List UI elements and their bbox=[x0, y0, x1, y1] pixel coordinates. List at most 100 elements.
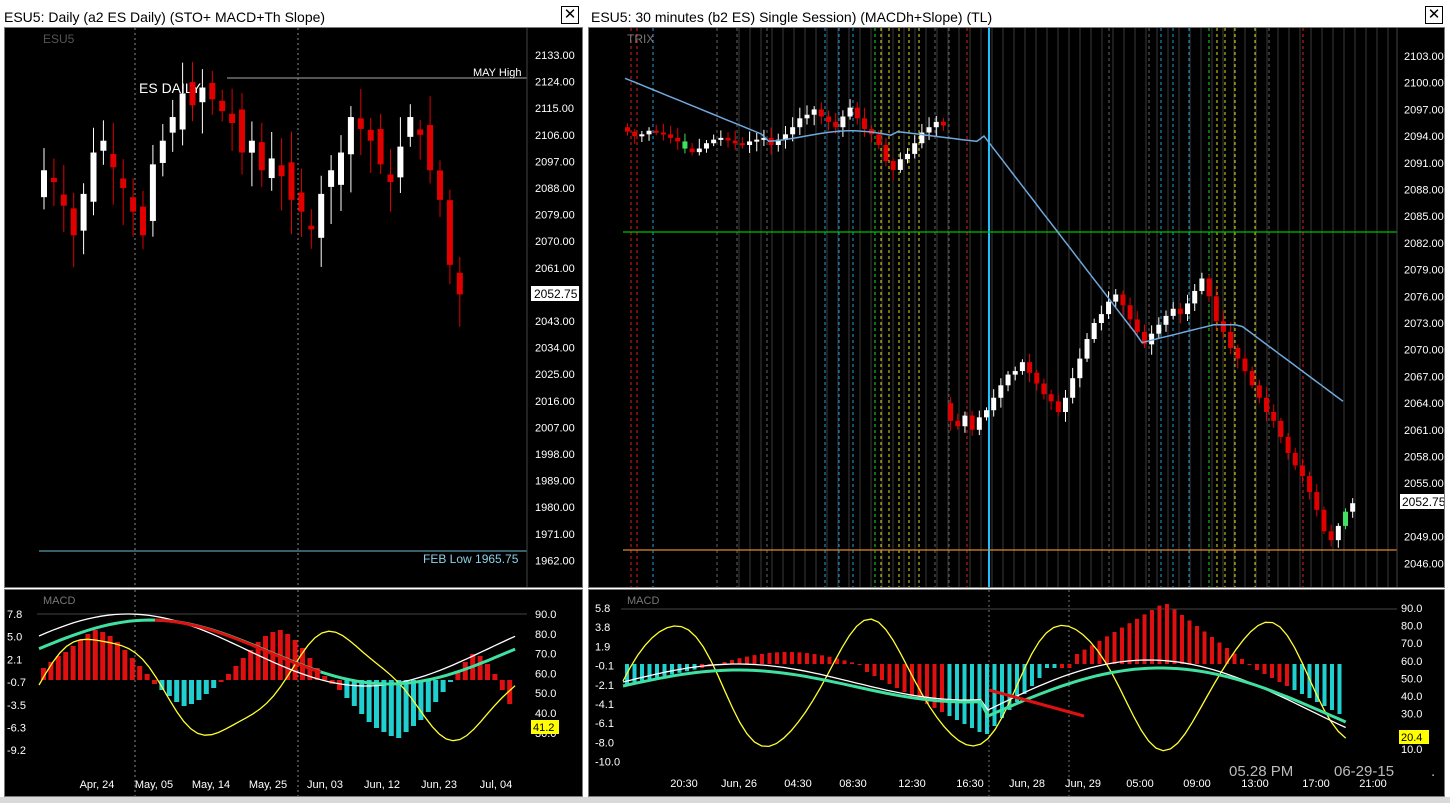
candle-body bbox=[367, 129, 374, 141]
candle-body bbox=[1242, 358, 1248, 372]
macd-hist-bar bbox=[1045, 664, 1049, 668]
macd-hist-bar bbox=[1195, 626, 1199, 664]
left-macd-label: MACD bbox=[43, 595, 75, 607]
candle-body bbox=[1321, 509, 1327, 532]
date-tick-label: Apr, 24 bbox=[80, 779, 115, 791]
candle-body bbox=[639, 134, 645, 137]
macd-left-tick: -8.0 bbox=[595, 737, 614, 749]
close-icon: ✕ bbox=[1427, 6, 1441, 23]
macd-hist-bar bbox=[745, 656, 749, 664]
macd-right-tick: 80.0 bbox=[1401, 621, 1422, 633]
candle-body bbox=[258, 142, 265, 171]
candle-body bbox=[347, 117, 354, 155]
left-symbol-label: ESU5 bbox=[43, 32, 75, 46]
macd-hist-bar bbox=[985, 664, 989, 734]
candle-body bbox=[955, 420, 961, 427]
macd-right-tick: 70.0 bbox=[535, 649, 556, 661]
macd-left-tick: 7.8 bbox=[7, 609, 22, 621]
candle-body bbox=[1335, 525, 1341, 541]
candle-body bbox=[140, 206, 146, 236]
price-tick-label: 2115.00 bbox=[535, 103, 574, 115]
macd-hist-bar bbox=[344, 680, 350, 698]
price-tick-label: 2070.00 bbox=[1404, 345, 1444, 357]
macd-hist-bar bbox=[122, 650, 128, 680]
right-price-chart[interactable]: TRIX 2103.00 2100.00 2097.00 2094.00 2091.00… bbox=[588, 27, 1445, 588]
macd-hist-bar bbox=[962, 664, 967, 724]
macd-hist-bar bbox=[1112, 632, 1117, 664]
left-window-title: ESU5: Daily (a2 ES Daily) (STO+ MACD+Th … bbox=[4, 9, 326, 25]
time-tick-label: 17:00 bbox=[1302, 778, 1330, 790]
macd-hist-bar bbox=[322, 676, 328, 680]
macd-hist-bar bbox=[1127, 623, 1132, 664]
macd-right-tick: 90.0 bbox=[535, 609, 556, 621]
candle-body bbox=[1256, 385, 1262, 398]
candle-body bbox=[377, 128, 384, 165]
stochastic-line bbox=[622, 618, 1347, 752]
macd-hist-bar bbox=[917, 664, 922, 700]
candle-body bbox=[632, 131, 638, 137]
right-window-close-button[interactable]: ✕ bbox=[1425, 6, 1443, 24]
candle-body bbox=[732, 140, 738, 144]
macd-hist-bar bbox=[63, 652, 69, 680]
left-window-close-button[interactable]: ✕ bbox=[561, 6, 579, 24]
candle-body bbox=[1278, 420, 1284, 437]
macd-hist-bar bbox=[425, 680, 431, 712]
price-tick-label: 2097.00 bbox=[535, 156, 575, 168]
candle-body bbox=[797, 118, 803, 128]
price-tick-label: 2025.00 bbox=[535, 369, 575, 381]
macd-right-tick: 50.0 bbox=[1401, 673, 1422, 685]
may-high-label: MAY High bbox=[473, 67, 522, 79]
macd-hist-bar bbox=[144, 674, 150, 680]
macd-hist-bar bbox=[782, 652, 787, 664]
price-tick-label: 2055.00 bbox=[1404, 478, 1444, 490]
left-price-chart[interactable]: ESU5 ES DAILY MAY High FEB Low 1965.75 2… bbox=[4, 27, 583, 588]
price-tick-label: 2064.00 bbox=[1404, 398, 1444, 410]
price-tick-label: 2076.00 bbox=[1404, 291, 1444, 303]
right-macd-panel[interactable]: MACD 5.8 3.8 1.9 -0.1 -2.1 -4.1 -6.1 -8.0 -10.0 9… bbox=[588, 589, 1445, 797]
candle-body bbox=[1343, 511, 1348, 526]
date-tick-label: Jun, 12 bbox=[364, 779, 400, 791]
macd-hist-bar bbox=[1210, 637, 1214, 664]
macd-hist-bar bbox=[218, 680, 224, 682]
macd-hist-bar bbox=[1165, 604, 1169, 664]
candle-body bbox=[130, 197, 137, 212]
right-price-canvas: TRIX 2103.00 2100.00 2097.00 2094.00 2091.00… bbox=[623, 28, 1444, 587]
right-window-titlebar[interactable]: ESU5: 30 minutes (b2 ES) Single Session)… bbox=[587, 6, 1445, 28]
candle-body bbox=[1235, 347, 1241, 359]
candle-body bbox=[739, 143, 745, 146]
macd-left-tick: 1.9 bbox=[595, 641, 610, 653]
candle-body bbox=[991, 397, 997, 411]
price-tick-label: 2085.00 bbox=[1404, 211, 1444, 223]
macd-hist-bar bbox=[226, 674, 231, 680]
candle-body bbox=[189, 82, 196, 106]
macd-left-tick: -2.1 bbox=[595, 680, 614, 692]
macd-left-tick: 5.8 bbox=[595, 603, 610, 615]
left-macd-panel[interactable]: MACD 7.8 5.0 2.1 -0.7 -3.5 -6.3 -9.2 90.0 80.0 70… bbox=[4, 589, 583, 797]
macd-hist-bar bbox=[977, 664, 982, 732]
candle-body bbox=[120, 178, 127, 188]
macd-hist-bar bbox=[337, 680, 342, 690]
time-tick-label: 20:30 bbox=[670, 778, 698, 790]
candle-body bbox=[826, 116, 832, 122]
candle-body bbox=[338, 152, 344, 185]
macd-hist-bar bbox=[433, 680, 439, 702]
candle-body bbox=[660, 132, 666, 135]
candle-body bbox=[318, 193, 325, 238]
macd-hist-bar bbox=[970, 664, 974, 728]
macd-hist-bar bbox=[902, 664, 907, 692]
left-candles bbox=[41, 62, 463, 327]
candle-body bbox=[437, 170, 443, 200]
candle-body bbox=[940, 121, 946, 126]
macd-hist-bar bbox=[374, 680, 379, 728]
candle-body bbox=[653, 130, 659, 133]
candle-body bbox=[1019, 362, 1025, 372]
candle-body bbox=[60, 194, 67, 206]
macd-hist-bar bbox=[174, 680, 180, 702]
left-window-titlebar[interactable]: ESU5: Daily (a2 ES Daily) (STO+ MACD+Th … bbox=[0, 6, 582, 28]
candle-body bbox=[948, 403, 954, 421]
macd-left-tick: -6.1 bbox=[595, 718, 614, 730]
macd-hist-bar bbox=[1247, 664, 1252, 665]
macd-hist-bar bbox=[203, 680, 209, 694]
macd-hist-bar bbox=[92, 630, 98, 680]
macd-hist-bar bbox=[351, 680, 357, 706]
